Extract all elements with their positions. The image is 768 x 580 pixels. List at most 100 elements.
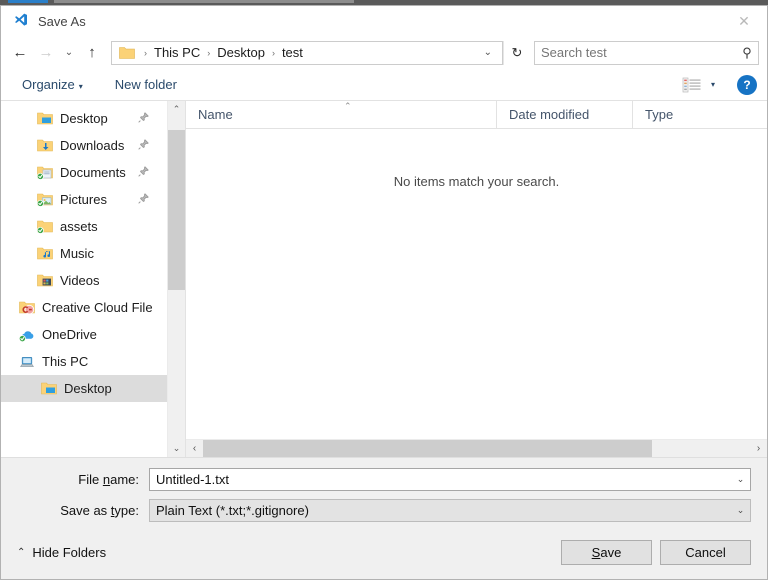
command-toolbar: Organize ▾ New folder ▾ ? <box>1 69 767 101</box>
sidebar-item-label: assets <box>60 219 98 234</box>
background-window-tab <box>8 0 48 3</box>
folder-downloads-icon <box>37 138 53 154</box>
search-input[interactable] <box>535 42 736 63</box>
pin-icon[interactable] <box>138 111 149 126</box>
sidebar-item-desktop[interactable]: Desktop <box>1 105 167 132</box>
scroll-right-icon[interactable]: › <box>750 440 767 457</box>
chevron-down-icon[interactable]: ⌄ <box>731 505 750 516</box>
organize-label: Organize <box>22 77 75 92</box>
title-bar: Save As ✕ <box>1 6 767 36</box>
breadcrumb-separator: › <box>271 47 275 58</box>
refresh-icon[interactable]: ↻ <box>503 40 530 65</box>
new-folder-button[interactable]: New folder <box>108 74 184 95</box>
pin-icon[interactable] <box>138 138 149 153</box>
view-mode-icon[interactable] <box>682 77 702 93</box>
hide-folders-button[interactable]: ⌃ Hide Folders <box>17 545 106 560</box>
sidebar-item-desktop[interactable]: Desktop <box>1 375 167 402</box>
creative-cloud-icon <box>19 300 35 316</box>
window-title: Save As <box>38 13 86 29</box>
horizontal-scroll-thumb[interactable] <box>203 440 652 457</box>
search-icon[interactable]: ⚲ <box>736 45 758 61</box>
sidebar-item-label: Music <box>60 246 94 261</box>
folder-icon <box>119 46 135 59</box>
chevron-down-icon[interactable]: ⌄ <box>478 47 498 58</box>
sidebar-item-label: Pictures <box>60 192 107 207</box>
sidebar-scroll-thumb[interactable] <box>168 130 185 290</box>
recent-locations-button[interactable]: ⌄ <box>59 41 79 65</box>
sidebar-item-music[interactable]: Music <box>1 240 167 267</box>
chevron-up-icon: ⌃ <box>17 547 26 558</box>
breadcrumb-item-test[interactable]: test <box>280 45 305 60</box>
search-box[interactable]: ⚲ <box>534 40 759 65</box>
empty-message: No items match your search. <box>393 174 560 189</box>
sidebar-list: Desktop Downloads Documents Pictures assets M… <box>1 101 167 457</box>
scroll-down-icon[interactable]: ⌄ <box>168 440 185 457</box>
pin-icon[interactable] <box>138 192 149 207</box>
forward-button: → <box>38 44 54 61</box>
breadcrumb-separator: › <box>207 47 211 58</box>
save-as-type-combo[interactable]: Plain Text (*.txt;*.gitignore) ⌄ <box>149 499 751 522</box>
organize-button[interactable]: Organize ▾ <box>15 74 90 95</box>
sort-ascending-icon: ⌃ <box>344 101 352 111</box>
pin-icon[interactable] <box>138 165 149 180</box>
folder-desktop-icon <box>41 381 57 397</box>
scroll-left-icon[interactable]: ‹ <box>186 440 203 457</box>
chevron-down-icon[interactable]: ▾ <box>702 80 723 89</box>
file-list-pane: Name Date modified Type ⌃ No items match… <box>186 101 767 457</box>
sidebar-item-this-pc[interactable]: This PC <box>1 348 167 375</box>
sidebar-scrollbar[interactable]: ⌃ ⌄ <box>167 101 185 457</box>
sidebar-item-downloads[interactable]: Downloads <box>1 132 167 159</box>
file-name-row: File name: ⌄ <box>17 468 751 491</box>
background-window-strip <box>54 0 354 3</box>
sidebar-item-label: Documents <box>60 165 126 180</box>
file-name-input[interactable] <box>150 469 731 490</box>
file-list-horizontal-scrollbar[interactable]: ‹ › <box>186 439 767 457</box>
onedrive-icon <box>18 327 35 343</box>
save-as-dialog: Save As ✕ ← → ⌄ ↑ › This PC › Desktop › … <box>0 5 768 580</box>
file-name-label: File name: <box>78 472 139 487</box>
save-as-type-row: Save as type: Plain Text (*.txt;*.gitign… <box>17 499 751 522</box>
folder-videos-icon <box>37 273 53 289</box>
file-list-empty-state: No items match your search. <box>186 129 767 439</box>
chevron-down-icon[interactable]: ⌄ <box>731 474 750 485</box>
sidebar-item-onedrive[interactable]: OneDrive <box>1 321 167 348</box>
horizontal-scroll-track[interactable] <box>203 440 750 457</box>
back-button[interactable]: ← <box>7 41 33 65</box>
column-header-date-modified[interactable]: Date modified <box>497 101 633 128</box>
footer-button-group: Save Cancel <box>553 540 751 565</box>
folder-desktop-icon <box>37 111 53 127</box>
address-bar[interactable]: › This PC › Desktop › test ⌄ <box>111 40 503 65</box>
help-icon[interactable]: ? <box>737 74 757 95</box>
toolbar-right-group: ▾ ? <box>682 74 757 95</box>
sidebar-item-label: Downloads <box>60 138 125 153</box>
close-icon[interactable]: ✕ <box>721 6 767 36</box>
dialog-body: Desktop Downloads Documents Pictures assets M… <box>1 101 767 457</box>
navigation-bar: ← → ⌄ ↑ › This PC › Desktop › test ⌄ ↻ ⚲ <box>1 36 767 69</box>
sidebar-item-label: Videos <box>60 273 100 288</box>
sidebar-scroll-track[interactable] <box>168 118 185 440</box>
breadcrumb-item-desktop[interactable]: Desktop <box>215 45 267 60</box>
folder-pictures-icon <box>36 192 53 208</box>
scroll-up-icon[interactable]: ⌃ <box>168 101 185 118</box>
column-header-type[interactable]: Type <box>633 101 767 128</box>
this-pc-icon <box>19 354 35 370</box>
breadcrumb-item-this-pc[interactable]: This PC <box>152 45 202 60</box>
up-button[interactable]: ↑ <box>79 41 105 65</box>
sidebar-item-videos[interactable]: Videos <box>1 267 167 294</box>
sidebar-item-pictures[interactable]: Pictures <box>1 186 167 213</box>
save-button[interactable]: Save <box>561 540 652 565</box>
sidebar-item-creative-cloud-file[interactable]: Creative Cloud File <box>1 294 167 321</box>
vscode-icon <box>15 13 27 26</box>
sidebar-item-label: Creative Cloud File <box>42 300 153 315</box>
sidebar-item-assets[interactable]: assets <box>1 213 167 240</box>
sidebar-item-label: This PC <box>42 354 89 369</box>
sidebar-item-label: Desktop <box>60 111 108 126</box>
sidebar-item-label: OneDrive <box>42 327 97 342</box>
file-name-combo[interactable]: ⌄ <box>149 468 751 491</box>
save-as-type-label: Save as type: <box>60 503 139 518</box>
sidebar-item-label: Desktop <box>64 381 112 396</box>
sidebar-item-documents[interactable]: Documents <box>1 159 167 186</box>
cancel-button[interactable]: Cancel <box>660 540 751 565</box>
folder-icon <box>36 219 53 235</box>
column-header-name[interactable]: Name <box>186 101 497 128</box>
